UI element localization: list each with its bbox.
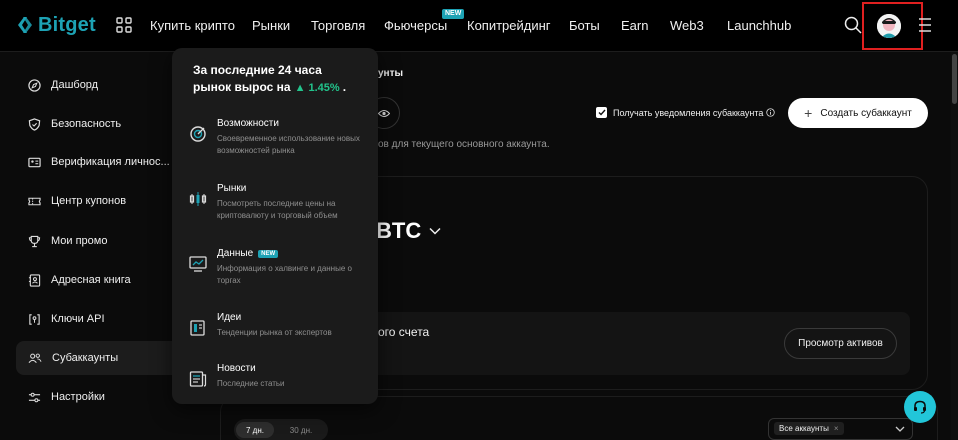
sidebar-item-settings[interactable]: Настройки — [16, 380, 186, 414]
plus-icon: + — [804, 105, 813, 121]
market-change: ▲ 1.45% — [294, 82, 340, 94]
dropdown-item-title: Новости — [217, 363, 256, 374]
hamburger-menu-icon[interactable] — [918, 17, 932, 33]
nav-bots[interactable]: Боты — [569, 18, 600, 33]
filter-tag-label: Все аккаунты — [779, 424, 829, 433]
ideas-icon — [190, 320, 205, 336]
bitget-logo-icon — [18, 17, 32, 33]
nav-launchhub[interactable]: Launchhub — [727, 18, 791, 33]
nav-earn[interactable]: Earn — [621, 18, 648, 33]
accounts-filter-select[interactable]: Все аккаунты × — [768, 418, 913, 440]
market-summary-line2: рынок вырос на — [193, 80, 291, 94]
nav-copy-trading[interactable]: Копитрейдинг — [467, 18, 551, 33]
dropdown-item-desc: Последние статьи — [217, 379, 285, 388]
dropdown-item-desc: Информация о халвинге и данные о торгах — [217, 264, 352, 285]
dropdown-item-title: Рынки — [217, 183, 247, 194]
id-card-icon — [28, 157, 41, 167]
sidebar-item-verification[interactable]: Верификация личнос... — [16, 145, 186, 179]
ticket-icon — [28, 197, 41, 205]
avatar-icon — [877, 14, 901, 38]
sidebar-item-label: Верификация личнос... — [51, 156, 170, 168]
create-subaccount-button[interactable]: + Создать субаккаунт — [788, 98, 928, 128]
info-icon[interactable] — [766, 108, 776, 117]
users-icon — [28, 353, 42, 363]
api-key-icon — [29, 313, 40, 325]
range-30d-button[interactable]: 30 дн. — [280, 422, 322, 438]
account-title: ого счета — [378, 325, 430, 339]
range-7d-button[interactable]: 7 дн. — [236, 422, 274, 438]
scrollbar-track[interactable] — [951, 52, 958, 440]
sidebar-item-label: Мои промо — [51, 235, 108, 247]
candlestick-icon — [189, 192, 207, 206]
view-assets-button[interactable]: Просмотр активов — [784, 328, 897, 359]
trophy-icon — [28, 235, 41, 247]
sidebar-item-label: Ключи API — [51, 313, 105, 325]
markets-dropdown-menu — [172, 48, 378, 404]
brand-name: Bitget — [38, 13, 96, 36]
filter-tag: Все аккаунты × — [774, 422, 844, 435]
avatar[interactable] — [877, 14, 901, 38]
scrollbar-thumb[interactable] — [952, 54, 957, 104]
dropdown-item-desc: Посмотреть последние цены на криптовалют… — [217, 199, 338, 220]
notify-subaccounts-checkbox[interactable]: Получать уведомления субаккаунта — [596, 107, 776, 118]
dropdown-item-title: Идеи — [217, 312, 242, 323]
address-book-icon — [28, 273, 41, 287]
shield-icon — [28, 117, 41, 131]
opportunity-icon — [190, 126, 206, 142]
market-summary-line1: За последние 24 часа — [193, 63, 322, 77]
futures-new-badge: NEW — [442, 9, 465, 19]
sliders-icon — [28, 392, 41, 402]
create-subaccount-label: Создать субаккаунт — [820, 107, 912, 119]
sidebar-item-label: Центр купонов — [51, 195, 127, 207]
nav-trade[interactable]: Торговля — [311, 18, 365, 33]
sidebar-item-label: Безопасность — [51, 118, 122, 130]
sidebar-item-dashboard[interactable]: Дашборд — [16, 68, 186, 102]
sidebar-item-security[interactable]: Безопасность — [16, 107, 186, 141]
nav-web3[interactable]: Web3 — [670, 18, 704, 33]
support-chat-button[interactable] — [904, 391, 936, 423]
sidebar-item-label: Дашборд — [51, 79, 99, 91]
sidebar-item-my-promo[interactable]: Мои промо — [16, 224, 186, 258]
market-summary: За последние 24 часа рынок вырос на ▲ 1.4… — [193, 62, 346, 97]
eye-icon — [378, 109, 390, 117]
dropdown-item-title: Возможности — [217, 118, 279, 129]
headset-icon — [914, 400, 926, 414]
sidebar-item-label: Субаккаунты — [52, 352, 119, 364]
currency-selector[interactable]: BTC — [376, 218, 441, 244]
sidebar-item-api-keys[interactable]: Ключи API — [16, 302, 186, 336]
sidebar-item-label: Адресная книга — [51, 274, 131, 286]
currency-label: BTC — [376, 218, 422, 243]
chevron-down-icon — [429, 227, 441, 235]
chevron-down-icon — [895, 426, 905, 432]
market-summary-suffix: . — [342, 80, 347, 94]
sidebar-item-subaccounts[interactable]: Субаккаунты — [16, 341, 186, 375]
check-icon — [598, 109, 606, 116]
nav-futures[interactable]: Фьючерсы — [384, 18, 447, 33]
chart-screen-icon — [189, 256, 207, 272]
nav-markets[interactable]: Рынки — [252, 18, 290, 33]
dropdown-item-title: Данные — [217, 248, 254, 259]
notify-label: Получать уведомления субаккаунта — [613, 107, 764, 118]
search-icon[interactable] — [844, 16, 862, 34]
dropdown-item-desc: Тенденции рынка от экспертов — [217, 328, 332, 337]
news-icon — [189, 371, 207, 387]
bitget-logo[interactable]: Bitget — [16, 11, 96, 39]
page-description: ов для текущего основного аккаунта. — [378, 139, 550, 150]
sidebar-item-address-book[interactable]: Адресная книга — [16, 263, 186, 297]
close-icon[interactable]: × — [834, 424, 839, 433]
dropdown-item-title-row: Данные NEW — [217, 248, 279, 259]
dropdown-item-desc: Своевременное использование новых возмож… — [217, 134, 360, 155]
sidebar-item-label: Настройки — [51, 391, 105, 403]
sidebar-item-coupons[interactable]: Центр купонов — [16, 184, 186, 218]
page-title: унты — [378, 68, 404, 79]
checkbox[interactable] — [596, 107, 607, 118]
nav-buy-crypto[interactable]: Купить крипто — [150, 18, 235, 33]
new-badge: NEW — [258, 249, 279, 258]
apps-grid-icon[interactable] — [116, 17, 132, 33]
compass-icon — [28, 78, 41, 92]
